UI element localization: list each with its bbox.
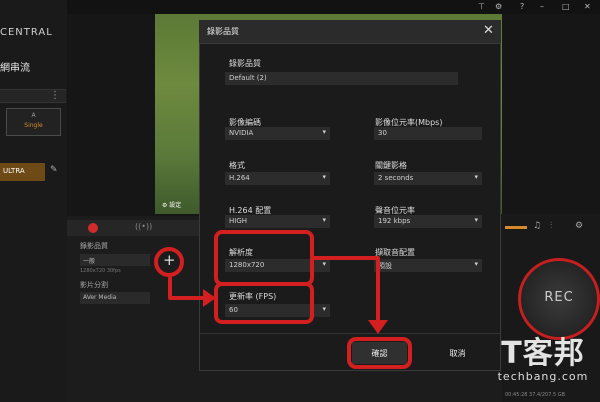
arrow-plus-to-settings [168,276,207,300]
arrow-settings-to-confirm [312,256,380,324]
arrowhead-settings [203,289,216,307]
watermark: T客邦 techbang.com [486,336,600,384]
watermark-site: techbang.com [497,370,589,383]
watermark-logo-text: T客邦 [501,336,585,371]
arrowhead-confirm [368,320,388,334]
